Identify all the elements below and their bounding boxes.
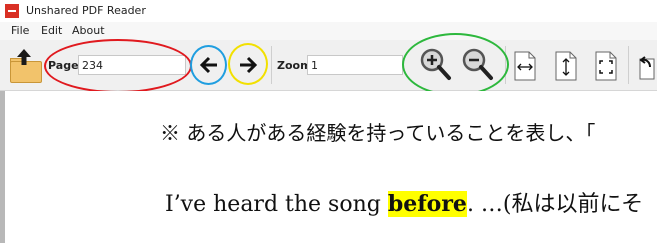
fit-height-icon: [555, 51, 577, 81]
rotate-icon: [639, 56, 655, 80]
document-view[interactable]: [0, 91, 657, 243]
document-text-line: ※ ある人がある経験を持っていることを表し、「: [160, 121, 596, 145]
left-arrow-icon: [199, 56, 217, 74]
toolbar: Page 234 Zoom 1: [0, 40, 657, 91]
app-logo-icon: [5, 4, 19, 18]
title-bar: Unshared PDF Reader: [0, 0, 657, 22]
previous-page-button[interactable]: [196, 52, 222, 78]
document-text-segment: . …(私は以前にそ: [466, 192, 644, 217]
page-label: Page: [48, 59, 79, 72]
fit-page-button[interactable]: [594, 51, 618, 81]
menu-edit[interactable]: Edit: [41, 24, 62, 37]
zoom-out-icon: [462, 48, 493, 80]
highlighted-word: before: [387, 191, 467, 217]
menu-bar: File Edit About: [0, 22, 657, 40]
fit-page-icon: [595, 51, 617, 81]
document-text-segment: I’ve heard the song: [165, 192, 388, 217]
rotate-button[interactable]: [636, 51, 657, 81]
toolbar-separator: [271, 46, 272, 84]
right-arrow-icon: [240, 56, 258, 74]
toolbar-separator: [628, 46, 629, 84]
zoom-in-button[interactable]: [418, 47, 452, 81]
menu-file[interactable]: File: [11, 24, 29, 37]
menu-about[interactable]: About: [72, 24, 105, 37]
document-left-gutter: [0, 91, 5, 243]
fit-height-button[interactable]: [554, 51, 578, 81]
next-page-button[interactable]: [235, 52, 261, 78]
fit-width-button[interactable]: [513, 51, 537, 81]
toolbar-separator: [505, 46, 506, 84]
zoom-out-button[interactable]: [460, 47, 494, 81]
open-file-button[interactable]: [8, 49, 42, 83]
zoom-input[interactable]: 1: [307, 55, 403, 75]
zoom-in-icon: [420, 48, 451, 80]
up-arrow-icon: [17, 49, 31, 65]
document-text-line: I’ve heard the song before. …(私は以前にそ: [165, 186, 643, 218]
fit-width-icon: [514, 51, 536, 81]
page-number-input[interactable]: 234: [78, 55, 186, 75]
window-title: Unshared PDF Reader: [26, 4, 146, 17]
